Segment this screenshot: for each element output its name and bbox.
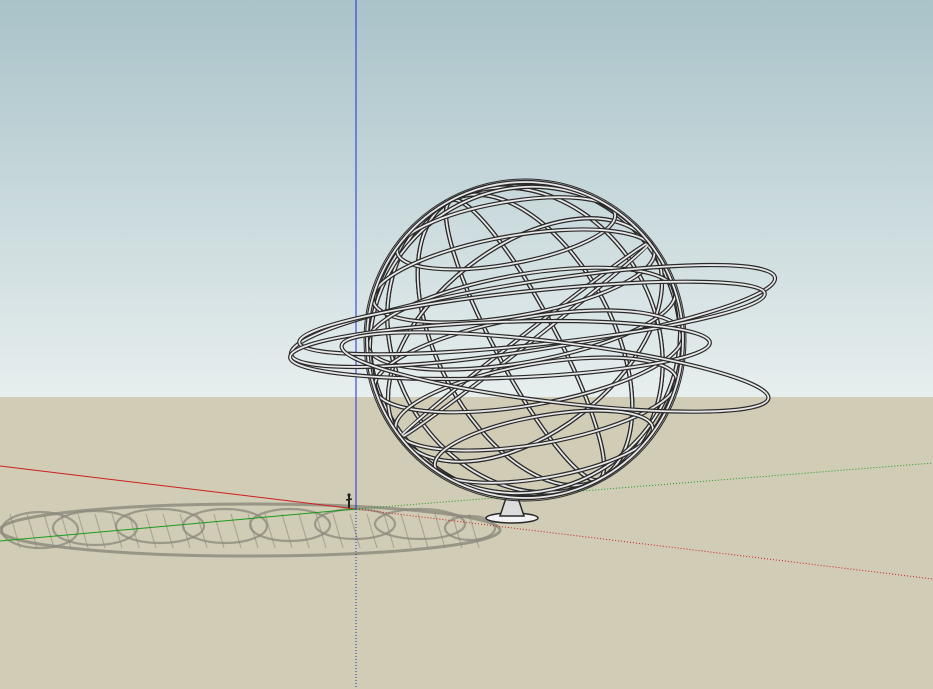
sketchup-3d-viewport[interactable] — [0, 0, 933, 689]
model-canvas[interactable] — [0, 0, 933, 689]
sky-background — [0, 0, 933, 397]
